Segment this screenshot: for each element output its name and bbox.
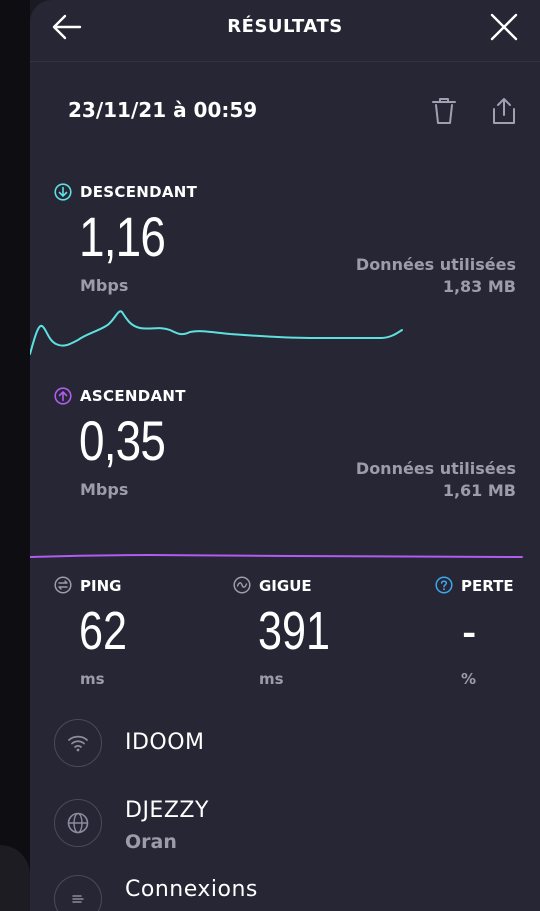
download-graph xyxy=(30,310,403,355)
download-data-used: Données utilisées 1,83 MB xyxy=(356,254,516,298)
isp-name: IDOOM xyxy=(125,730,205,755)
ping-icon xyxy=(54,576,72,594)
jitter-icon xyxy=(233,576,251,594)
upload-data-used-value: 1,61 MB xyxy=(442,481,516,500)
server-name[interactable]: DJEZZY xyxy=(125,798,209,823)
connections-icon xyxy=(72,895,84,903)
globe-icon-badge xyxy=(54,799,102,847)
ping-value: 62 xyxy=(79,601,128,661)
header-bar: RÉSULTATS xyxy=(30,0,540,62)
upload-label: ASCENDANT xyxy=(80,387,186,405)
jitter-unit: ms xyxy=(259,670,284,688)
server-location: Oran xyxy=(125,831,177,853)
upload-value: 0,35 xyxy=(79,409,166,472)
background-blob xyxy=(0,845,30,911)
upload-icon xyxy=(54,387,72,405)
result-datetime: 23/11/21 à 00:59 xyxy=(68,98,258,122)
connections-label[interactable]: Connexions xyxy=(125,877,258,902)
download-unit: Mbps xyxy=(80,276,129,295)
download-icon xyxy=(54,183,72,201)
loss-label: PERTE xyxy=(461,577,514,595)
results-sheet: RÉSULTATS 23/11/21 à 00:59 DESCENDANT 1,… xyxy=(30,0,540,911)
ping-unit: ms xyxy=(80,670,105,688)
share-icon xyxy=(493,98,515,124)
upload-graph xyxy=(30,553,523,558)
trash-icon xyxy=(432,98,456,124)
download-data-used-value: 1,83 MB xyxy=(442,277,516,296)
download-label: DESCENDANT xyxy=(80,183,198,201)
help-icon[interactable] xyxy=(435,576,453,594)
jitter-label: GIGUE xyxy=(259,577,312,595)
close-icon xyxy=(490,13,518,41)
wifi-icon xyxy=(68,735,88,752)
loss-value: - xyxy=(462,601,477,661)
page-title: RÉSULTATS xyxy=(227,16,343,37)
background-edge xyxy=(0,0,30,911)
share-button[interactable] xyxy=(490,96,518,126)
download-value: 1,16 xyxy=(79,205,166,268)
upload-data-used-label: Données utilisées xyxy=(355,459,516,478)
globe-icon xyxy=(67,812,89,834)
upload-unit: Mbps xyxy=(80,480,129,499)
close-button[interactable] xyxy=(488,12,520,42)
wifi-icon-badge xyxy=(54,719,102,767)
jitter-value: 391 xyxy=(258,601,331,661)
download-data-used-label: Données utilisées xyxy=(355,255,516,274)
delete-button[interactable] xyxy=(430,96,458,126)
connections-icon-badge xyxy=(54,875,102,911)
upload-data-used: Données utilisées 1,61 MB xyxy=(356,458,516,502)
ping-label: PING xyxy=(80,577,122,595)
loss-unit: % xyxy=(461,670,477,688)
